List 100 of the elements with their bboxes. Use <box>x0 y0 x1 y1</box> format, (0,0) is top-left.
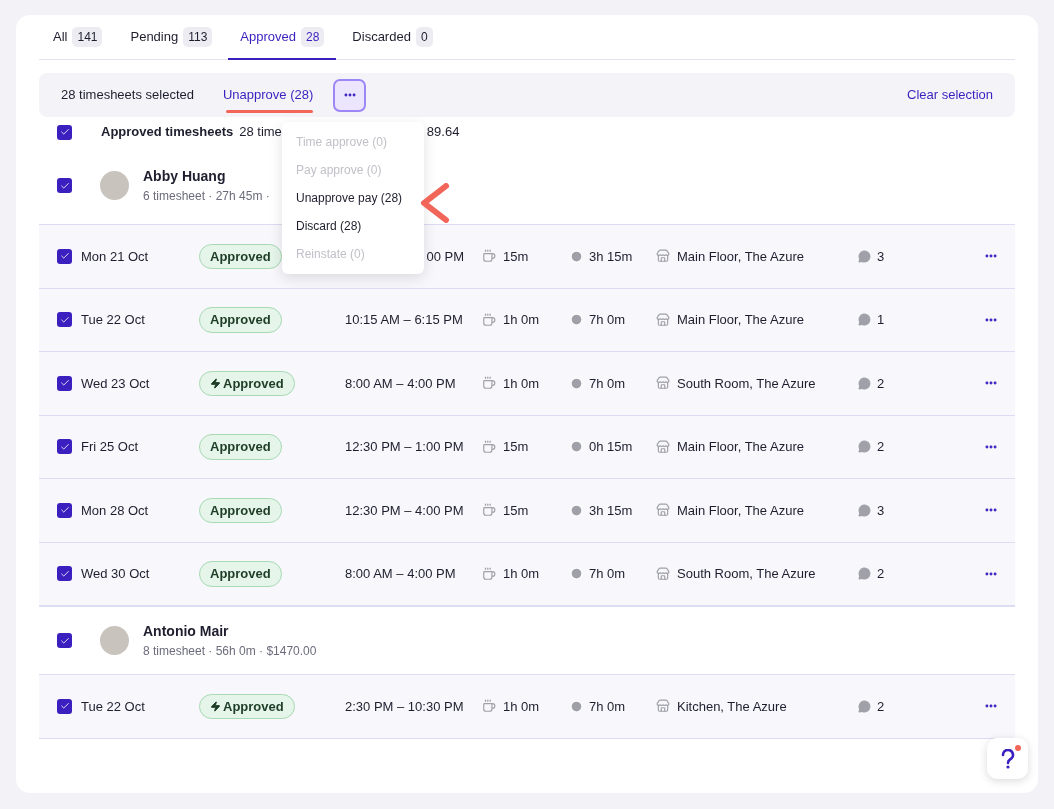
status-badge: Approved <box>199 561 282 587</box>
filter-tab[interactable]: All 141 <box>41 16 115 60</box>
timesheet-row[interactable]: Tue 22 Oct Approved 10:15 AM – 6:15 PM 1h 0m 7h 0m Main Floor, The Azure 1 <box>39 288 1015 352</box>
store-icon <box>656 376 670 391</box>
comment-icon <box>858 567 871 581</box>
location-text: Main Floor, The Azure <box>677 501 805 520</box>
comment-count: 1 <box>877 311 886 329</box>
break-duration: 15m <box>503 501 530 520</box>
timesheet-row[interactable]: Wed 23 Oct Approved 8:00 AM – 4:00 PM 1h 0m 7h 0m South Room, The Azure 2 <box>39 352 1015 416</box>
check-icon <box>59 568 70 579</box>
count-badge: 0 <box>415 27 433 47</box>
date-text: Tue 22 Oct <box>81 697 146 716</box>
lightning-icon <box>210 700 221 712</box>
time-range: 12:30 PM – 1:00 PM <box>345 438 464 456</box>
date-text: Mon 28 Oct <box>81 501 150 520</box>
comment-icon <box>858 313 871 327</box>
checkbox[interactable] <box>57 124 72 140</box>
employee-name: Abby Huang <box>143 167 227 186</box>
filter-tab[interactable]: Approved 28 <box>228 16 337 60</box>
comment-count: 2 <box>877 697 886 716</box>
date-text: Wed 23 Oct <box>81 374 151 393</box>
checkbox[interactable] <box>57 312 72 328</box>
tab-label: Approved <box>240 28 296 47</box>
selection-count: 28 timesheets selected <box>61 86 194 105</box>
count-badge: 113 <box>183 27 213 47</box>
checkbox[interactable] <box>57 633 72 648</box>
location-text: South Room, The Azure <box>677 374 817 393</box>
coffee-cup-icon <box>482 566 496 581</box>
coffee-cup-icon <box>482 249 496 264</box>
checkbox[interactable] <box>57 698 72 714</box>
check-icon <box>59 505 70 516</box>
shift-duration: 7h 0m <box>589 311 627 329</box>
filter-tab[interactable]: Discarded 0 <box>340 16 445 60</box>
lightning-icon <box>210 377 221 389</box>
location-text: South Room, The Azure <box>677 565 817 583</box>
help-icon <box>1000 748 1015 769</box>
unapprove-link[interactable]: Unapprove (28) <box>222 85 314 105</box>
checkbox[interactable] <box>57 502 72 518</box>
comment-icon <box>858 249 871 263</box>
comment-icon <box>858 440 871 454</box>
location-text: Kitchen, The Azure <box>677 697 788 716</box>
help-button[interactable] <box>987 738 1028 779</box>
checkbox[interactable] <box>57 375 72 391</box>
coffee-cup-icon <box>482 503 496 518</box>
store-icon <box>656 566 670 581</box>
shift-duration: 0h 15m <box>589 438 634 456</box>
comment-count: 2 <box>877 438 886 456</box>
employee-summary: 8 timesheet · 56h 0m · $1470.00 <box>143 643 317 660</box>
employee-name: Antonio Mair <box>143 622 230 641</box>
date-text: Tue 22 Oct <box>81 311 146 329</box>
comment-icon <box>858 699 871 713</box>
summary-title: Approved timesheets <box>101 123 234 142</box>
comment-icon <box>858 503 871 517</box>
tab-label: Discarded <box>352 28 411 47</box>
comment-count: 2 <box>877 374 886 393</box>
timesheet-row[interactable]: Mon 28 Oct Approved 12:30 PM – 4:00 PM 15m 3h 15m Main Floor, The Azure 3 <box>39 479 1015 543</box>
shift-duration: 7h 0m <box>589 374 627 393</box>
break-duration: 1h 0m <box>503 311 541 329</box>
timesheet-row[interactable]: Fri 25 Oct Approved 12:30 PM – 1:00 PM 15m 0h 15m Main Floor, The Azure 2 <box>39 415 1015 479</box>
checkbox[interactable] <box>57 178 72 193</box>
status-badge: Approved <box>199 497 282 523</box>
count-badge: 28 <box>301 27 325 47</box>
checkbox[interactable] <box>57 566 72 582</box>
count-badge: 141 <box>72 27 103 47</box>
coffee-cup-icon <box>482 376 496 391</box>
shift-duration: 3h 15m <box>589 501 634 520</box>
coffee-cup-icon <box>482 312 496 327</box>
time-range: 00 PM <box>426 247 464 266</box>
coffee-cup-icon <box>482 439 496 454</box>
store-icon <box>656 312 670 327</box>
tab-label: Pending <box>130 28 179 47</box>
filter-tab[interactable]: Pending 113 <box>118 16 225 60</box>
menu-item[interactable]: Unapprove pay (28) <box>282 184 424 212</box>
checkbox[interactable] <box>57 248 72 264</box>
break-duration: 1h 0m <box>503 697 541 716</box>
timesheet-row[interactable]: Tue 22 Oct Approved 2:30 PM – 10:30 PM 1h 0m 7h 0m Kitchen, The Azure 2 <box>39 675 1015 739</box>
comment-count: 2 <box>877 565 886 583</box>
break-duration: 15m <box>503 247 530 266</box>
more-button[interactable] <box>333 78 367 112</box>
summary-text: 28 time <box>239 123 282 142</box>
comment-count: 3 <box>877 501 886 520</box>
timesheet-row[interactable]: Wed 30 Oct Approved 8:00 AM – 4:00 PM 1h 0m 7h 0m South Room, The Azure 2 <box>39 542 1015 606</box>
shift-duration: 7h 0m <box>589 697 627 716</box>
time-range: 8:00 AM – 4:00 PM <box>345 565 456 583</box>
status-badge: Approved <box>199 434 282 460</box>
store-icon <box>656 503 670 518</box>
pointer-arrow-drawing <box>418 183 450 223</box>
time-range: 2:30 PM – 10:30 PM <box>345 697 464 716</box>
time-range: 10:15 AM – 6:15 PM <box>345 311 463 329</box>
coffee-cup-icon <box>482 699 496 714</box>
check-icon <box>59 441 70 452</box>
check-icon <box>59 635 70 646</box>
check-icon <box>59 180 70 191</box>
time-range: 8:00 AM – 4:00 PM <box>345 374 456 393</box>
clear-selection-link[interactable]: Clear selection <box>907 85 993 105</box>
employee-summary: 6 timesheet · 27h 45m · <box>143 188 270 205</box>
break-duration: 1h 0m <box>503 565 541 583</box>
date-text: Mon 21 Oct <box>81 247 150 266</box>
checkbox[interactable] <box>57 439 72 455</box>
check-icon <box>59 314 70 325</box>
